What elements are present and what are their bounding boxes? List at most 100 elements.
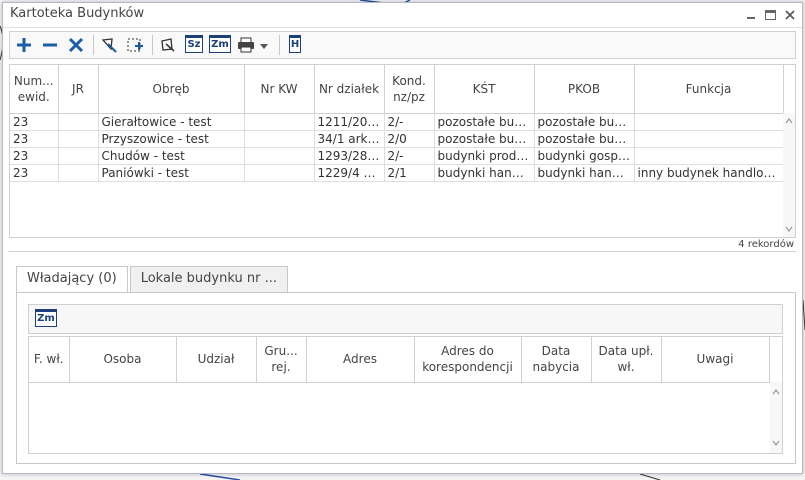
close-icon[interactable] <box>784 9 796 21</box>
scroll-down-icon[interactable] <box>772 439 780 447</box>
column-header-gru-rej[interactable]: Gru... rej. <box>256 337 307 383</box>
column-header-kst[interactable]: KŚT <box>434 65 535 114</box>
column-header-pkob[interactable]: PKOB <box>534 65 635 114</box>
sz-icon: Sz <box>185 35 203 53</box>
cell <box>58 113 99 131</box>
cell: 2/1 <box>384 164 435 182</box>
column-header-data-nabycia[interactable]: Data nabycia <box>521 337 592 383</box>
owners-zm-button[interactable]: Zm <box>34 308 58 330</box>
map-locate-button[interactable] <box>156 34 180 56</box>
cell <box>58 130 99 148</box>
cell: Przyszowice - test <box>98 130 245 148</box>
cell: 2/0 <box>384 130 435 148</box>
main-toolbar: Sz Zm H <box>9 31 796 59</box>
edit-geometry-button[interactable] <box>97 34 121 56</box>
h-button[interactable]: H <box>283 34 307 56</box>
cell: 1211/20 ... <box>314 113 385 131</box>
window-titlebar[interactable]: Kartoteka Budynków <box>3 3 802 28</box>
owners-grid: F. wł. Osoba Udział Gru... rej. Adres Ad… <box>28 336 783 454</box>
select-add-icon <box>127 38 143 52</box>
scroll-down-icon[interactable] <box>785 225 793 233</box>
cell: budynki gospo... <box>534 147 635 165</box>
cell: Gierałtowice - test <box>98 113 245 131</box>
edit-pin-icon <box>101 38 117 53</box>
cell: Chudów - test <box>98 147 245 165</box>
scroll-up-icon[interactable] <box>785 117 793 125</box>
owners-toolbar: Zm <box>28 304 783 334</box>
h-icon: H <box>288 35 302 53</box>
table-row[interactable]: 23 Gierałtowice - test 1211/20 ... 2/- p… <box>10 113 784 131</box>
table-row[interactable]: 23 Chudów - test 1293/287... 2/- budynki… <box>10 147 784 165</box>
remove-button[interactable] <box>38 34 62 56</box>
splitter[interactable] <box>9 251 796 252</box>
cell <box>58 147 99 165</box>
cell <box>244 130 315 148</box>
column-header-uwagi[interactable]: Uwagi <box>661 337 770 383</box>
cell: 1293/287... <box>314 147 385 165</box>
zm-icon: Zm <box>35 309 57 327</box>
column-header-nr-kw[interactable]: Nr KW <box>244 65 315 114</box>
buildings-grid: Num... ewid. JR Obręb Nr KW Nr działek K… <box>9 64 796 238</box>
cell: pozostałe budy... <box>534 113 635 131</box>
scroll-up-icon[interactable] <box>772 388 780 396</box>
cell <box>634 147 784 165</box>
cell: pozostałe budy... <box>434 130 535 148</box>
column-header-f-wl[interactable]: F. wł. <box>29 337 70 383</box>
column-header-udzial[interactable]: Udział <box>176 337 257 383</box>
column-header-funkcja[interactable]: Funkcja <box>634 65 784 114</box>
cell: 34/1 ark. ... <box>314 130 385 148</box>
cell: budynki produk... <box>434 147 535 165</box>
cell <box>58 164 99 182</box>
maximize-icon[interactable] <box>765 10 776 20</box>
cell: 23 <box>10 164 59 182</box>
map-pin-icon <box>161 38 175 52</box>
plus-icon <box>17 38 31 52</box>
column-header-adres-korespondencji[interactable]: Adres do korespondencji <box>414 337 522 383</box>
cell: 23 <box>10 113 59 131</box>
record-count: 4 rekordów <box>738 239 794 250</box>
x-icon <box>68 37 84 53</box>
zm-icon: Zm <box>209 35 231 53</box>
cell: budynki handlo... <box>434 164 535 182</box>
column-header-kond[interactable]: Kond. nz/pz <box>384 65 435 114</box>
column-header-num-ewid[interactable]: Num... ewid. <box>10 65 59 114</box>
column-header-data-upl-wl[interactable]: Data upł. wł. <box>591 337 662 383</box>
add-button[interactable] <box>12 34 36 56</box>
table-row[interactable]: 23 Przyszowice - test 34/1 ark. ... 2/0 … <box>10 130 784 148</box>
column-header-obreb[interactable]: Obręb <box>98 65 245 114</box>
delete-button[interactable] <box>64 34 88 56</box>
minimize-icon[interactable] <box>745 9 757 21</box>
tab-wladajacy[interactable]: Władający (0) <box>16 266 128 293</box>
cell: 2/- <box>384 113 435 131</box>
vertical-scrollbar[interactable] <box>783 113 795 237</box>
cell: Paniówki - test <box>98 164 245 182</box>
cell: 23 <box>10 130 59 148</box>
cell <box>634 113 784 131</box>
minus-icon <box>43 43 57 47</box>
tab-panel-wladajacy: Zm F. wł. Osoba Udział Gru... rej. Adres… <box>16 292 796 464</box>
select-add-button[interactable] <box>123 34 147 56</box>
buildings-registry-window: Kartoteka Budynków Sz Zm H Num... ewid. … <box>2 2 803 474</box>
window-title: Kartoteka Budynków <box>10 6 145 21</box>
cell: pozostałe budy... <box>534 130 635 148</box>
tab-lokale-budynku[interactable]: Lokale budynku nr ... <box>129 266 288 292</box>
owners-vertical-scrollbar[interactable] <box>770 382 782 453</box>
column-header-jr[interactable]: JR <box>58 65 99 114</box>
cell: inny budynek handlow... <box>634 164 784 182</box>
cell <box>244 147 315 165</box>
detail-tabs: Władający (0) Lokale budynku nr ... <box>16 266 290 293</box>
column-header-osoba[interactable]: Osoba <box>69 337 177 383</box>
cell: 23 <box>10 147 59 165</box>
zm-button[interactable]: Zm <box>208 34 232 56</box>
cell: 1229/4 ar... <box>314 164 385 182</box>
print-icon <box>238 37 268 53</box>
sz-button[interactable]: Sz <box>182 34 206 56</box>
column-header-nr-dzialek[interactable]: Nr działek <box>314 65 385 114</box>
cell <box>244 113 315 131</box>
print-button[interactable] <box>234 34 274 56</box>
table-row[interactable]: 23 Paniówki - test 1229/4 ar... 2/1 budy… <box>10 164 784 182</box>
cell <box>634 130 784 148</box>
cell: 2/- <box>384 147 435 165</box>
column-header-adres[interactable]: Adres <box>306 337 415 383</box>
cell: budynki handlo... <box>534 164 635 182</box>
